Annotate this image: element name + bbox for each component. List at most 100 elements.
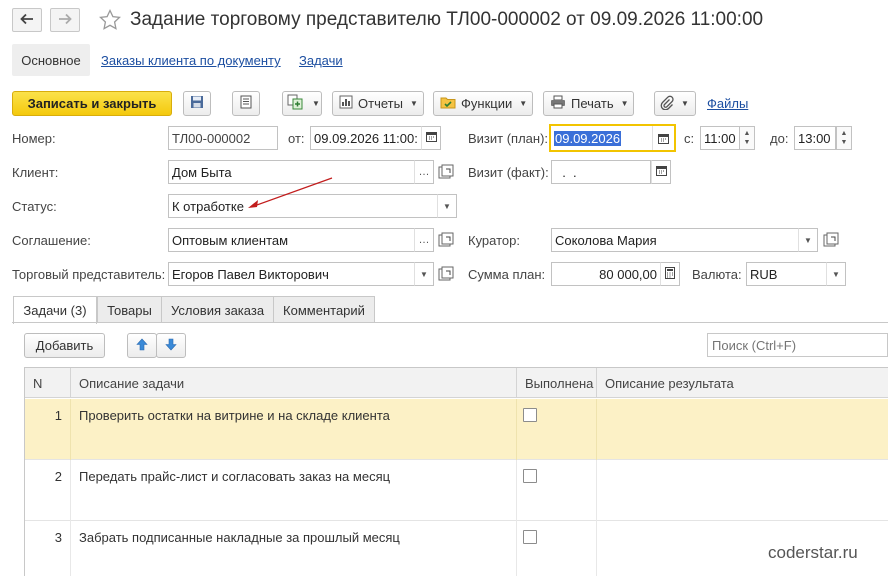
ellipsis-icon: … <box>418 234 430 246</box>
done-cell <box>517 399 597 460</box>
table-row[interactable]: 2 Передать прайс-лист и согласовать зака… <box>25 460 888 521</box>
functions-icon <box>440 95 456 112</box>
agreement-field[interactable]: Оптовым клиентам <box>168 228 415 252</box>
column-header-result[interactable]: Описание результата <box>597 368 888 398</box>
dropdown-caret-icon: ▼ <box>620 99 629 108</box>
table-header: N Описание задачи Выполнена Описание рез… <box>25 368 888 398</box>
visit-plan-value: 09.09.2026 <box>554 130 622 146</box>
save-button[interactable] <box>183 91 211 116</box>
spin-down-icon: ▼ <box>840 139 848 146</box>
currency-label: Валюта: <box>692 267 742 282</box>
tab-label: Товары <box>107 302 152 318</box>
task-description[interactable]: Проверить остатки на витрине и на складе… <box>71 399 517 460</box>
favorite-star-icon[interactable] <box>98 8 122 35</box>
visit-fact-label: Визит (факт): <box>468 165 549 180</box>
done-checkbox[interactable] <box>523 530 537 544</box>
move-down-button[interactable] <box>156 333 186 358</box>
from-date-calendar-button[interactable] <box>421 126 441 150</box>
done-cell <box>517 460 597 521</box>
client-select-button[interactable]: … <box>414 160 434 184</box>
add-task-button[interactable]: Добавить <box>24 333 105 358</box>
tab-label: Комментарий <box>283 302 365 318</box>
tab-order-conditions[interactable]: Условия заказа <box>161 296 274 323</box>
sum-plan-label: Сумма план: <box>468 267 546 282</box>
chevron-down-icon: ▼ <box>832 269 840 279</box>
task-description[interactable]: Забрать подписанные накладные за прошлый… <box>71 521 517 576</box>
calculator-button[interactable] <box>660 262 680 286</box>
move-up-button[interactable] <box>127 333 157 358</box>
sum-plan-field[interactable]: 80 000,00 <box>551 262 661 286</box>
visit-fact-field[interactable]: . . <box>551 160 651 184</box>
column-header-number[interactable]: N <box>25 368 71 398</box>
since-time-spinner[interactable]: ▲ ▼ <box>739 126 755 150</box>
sales-rep-open-icon[interactable] <box>438 266 454 285</box>
section-orders-link[interactable]: Заказы клиента по документу <box>101 53 281 68</box>
chevron-down-icon: ▼ <box>804 235 812 245</box>
done-checkbox[interactable] <box>523 469 537 483</box>
status-label: Статус: <box>12 199 57 214</box>
currency-dropdown-button[interactable]: ▼ <box>826 262 846 286</box>
sales-rep-field[interactable]: Егоров Павел Викторович <box>168 262 415 286</box>
status-dropdown-button[interactable]: ▼ <box>437 194 457 218</box>
tasks-table: N Описание задачи Выполнена Описание рез… <box>24 367 888 576</box>
from-date-field[interactable]: 09.09.2026 11:00: <box>310 126 422 150</box>
section-tasks-link[interactable]: Задачи <box>299 53 343 68</box>
calculator-icon <box>665 266 675 282</box>
task-result[interactable] <box>597 460 888 521</box>
section-main[interactable]: Основное <box>12 44 90 76</box>
attach-files-button[interactable]: ▼ <box>654 91 696 116</box>
reports-label: Отчеты <box>358 96 403 111</box>
tab-tasks[interactable]: Задачи (3) <box>13 296 97 324</box>
search-input[interactable] <box>707 333 888 357</box>
column-header-done[interactable]: Выполнена <box>517 368 597 398</box>
watermark-text: coderstar.ru <box>768 543 858 562</box>
visit-fact-calendar-button[interactable] <box>651 160 671 184</box>
visit-plan-field[interactable]: 09.09.2026 <box>549 124 676 152</box>
currency-field[interactable]: RUB <box>746 262 827 286</box>
tab-comment[interactable]: Комментарий <box>273 296 375 323</box>
from-date-label: от: <box>288 131 305 146</box>
client-open-icon[interactable] <box>438 164 454 183</box>
to-time-spinner[interactable]: ▲ ▼ <box>836 126 852 150</box>
table-row[interactable]: 1 Проверить остатки на витрине и на скла… <box>25 399 888 460</box>
since-time-field[interactable]: 11:00 <box>700 126 740 150</box>
done-cell <box>517 521 597 576</box>
functions-button[interactable]: Функции ▼ <box>433 91 533 116</box>
curator-dropdown-button[interactable]: ▼ <box>798 228 818 252</box>
number-field[interactable]: ТЛ00-000002 <box>168 126 278 150</box>
calendar-icon[interactable] <box>652 126 674 150</box>
reports-button[interactable]: Отчеты ▼ <box>332 91 424 116</box>
forward-button[interactable] <box>50 8 80 32</box>
spin-down-icon: ▼ <box>743 139 751 146</box>
curator-open-icon[interactable] <box>823 232 839 251</box>
dropdown-caret-icon: ▼ <box>312 99 320 108</box>
tab-goods[interactable]: Товары <box>97 296 162 323</box>
files-link[interactable]: Файлы <box>707 96 748 111</box>
done-checkbox[interactable] <box>523 408 537 422</box>
row-number: 2 <box>25 460 71 521</box>
printer-icon <box>550 95 566 112</box>
back-button[interactable] <box>12 8 42 32</box>
agreement-select-button[interactable]: … <box>414 228 434 252</box>
curator-field[interactable]: Соколова Мария <box>551 228 799 252</box>
task-description[interactable]: Передать прайс-лист и согласовать заказ … <box>71 460 517 521</box>
document-list-icon <box>240 95 252 112</box>
arrow-down-icon <box>165 338 177 354</box>
print-label: Печать <box>571 96 614 111</box>
agreement-label: Соглашение: <box>12 233 91 248</box>
save-and-close-label: Записать и закрыть <box>27 96 157 111</box>
row-number: 3 <box>25 521 71 576</box>
arrow-left-icon <box>20 13 34 28</box>
agreement-open-icon[interactable] <box>438 232 454 251</box>
create-based-on-button[interactable]: ▼ <box>282 91 322 116</box>
arrow-right-icon <box>58 13 72 28</box>
column-header-description[interactable]: Описание задачи <box>71 368 517 398</box>
post-document-button[interactable] <box>232 91 260 116</box>
to-time-field[interactable]: 13:00 <box>794 126 836 150</box>
sales-rep-dropdown-button[interactable]: ▼ <box>414 262 434 286</box>
row-number: 1 <box>25 399 71 460</box>
task-result[interactable] <box>597 399 888 460</box>
table-row[interactable]: 3 Забрать подписанные накладные за прошл… <box>25 521 888 576</box>
save-and-close-button[interactable]: Записать и закрыть <box>12 91 172 116</box>
print-button[interactable]: Печать ▼ <box>543 91 634 116</box>
